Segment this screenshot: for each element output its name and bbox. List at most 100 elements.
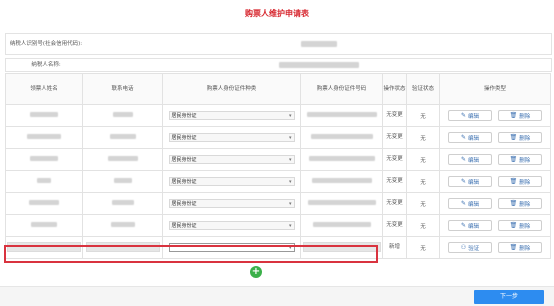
chevron-down-icon: ▾	[288, 222, 292, 229]
col-header-name: 领票人姓名	[5, 73, 83, 105]
table-row: 居民身份证 ▾ 无变更无 ✎ 编辑 🗑 删除	[5, 126, 551, 149]
edit-label: 编辑	[468, 223, 480, 230]
edit-button[interactable]: ✎ 编辑	[448, 132, 492, 143]
delete-button[interactable]: 🗑 删除	[498, 176, 542, 187]
edit-icon: ✎	[460, 134, 466, 141]
op-state-cell: 无变更	[382, 192, 407, 215]
new-buyer-name-cell	[5, 236, 83, 259]
id-type-value: 居民身份证	[171, 113, 197, 119]
op-state-cell: 无变更	[382, 214, 407, 237]
table-row: 居民身份证 ▾ 无变更无 ✎ 编辑 🗑 删除	[5, 192, 551, 215]
trash-icon: 🗑	[509, 112, 518, 119]
id-type-value: 居民身份证	[171, 135, 197, 141]
edit-button[interactable]: ✎ 编辑	[448, 220, 492, 231]
chevron-down-icon: ▾	[288, 200, 292, 207]
verify-state-cell: 无	[406, 104, 440, 127]
id-number-cell	[300, 214, 383, 237]
delete-label: 删除	[519, 179, 531, 186]
new-id-number-cell	[300, 236, 383, 259]
op-type-cell: ✎ 编辑 🗑 删除	[439, 148, 551, 171]
table-row: 居民身份证 ▾ 无变更无 ✎ 编辑 🗑 删除	[5, 170, 551, 193]
chevron-down-icon: ▾	[288, 134, 292, 141]
delete-button[interactable]: 🗑 删除	[498, 220, 542, 231]
bottom-bar: 下一步	[0, 286, 554, 306]
id-type-select[interactable]: 居民身份证 ▾	[168, 133, 295, 142]
chevron-down-icon: ▾	[288, 244, 292, 251]
id-type-value: 居民身份证	[171, 201, 197, 207]
edit-label: 编辑	[468, 157, 480, 164]
id-number-input[interactable]	[302, 241, 381, 252]
new-phone-cell	[82, 236, 163, 259]
id-type-cell: 居民身份证 ▾	[162, 170, 301, 193]
verify-button[interactable]: ⚇ 验证	[448, 242, 492, 253]
delete-button[interactable]: 🗑 删除	[498, 132, 542, 143]
buyer-name-cell	[5, 192, 83, 215]
next-button[interactable]: 下一步	[474, 290, 544, 304]
page-title: 购票人维护申请表	[245, 9, 309, 18]
edit-icon: ✎	[460, 112, 466, 119]
id-type-value: 居民身份证	[171, 157, 197, 163]
id-number-cell	[300, 104, 383, 127]
id-type-select[interactable]: 居民身份证 ▾	[168, 199, 295, 208]
buyer-name-cell	[5, 126, 83, 149]
id-type-select[interactable]: 居民身份证 ▾	[168, 221, 295, 230]
edit-button[interactable]: ✎ 编辑	[448, 154, 492, 165]
table-row: 居民身份证 ▾ 无变更无 ✎ 编辑 🗑 删除	[5, 214, 551, 237]
op-type-cell: ✎ 编辑 🗑 删除	[439, 126, 551, 149]
plus-circle-icon[interactable]: +	[250, 266, 262, 278]
col-header-id-number: 购票人身份证件号码	[300, 73, 383, 105]
id-type-cell: 居民身份证 ▾	[162, 192, 301, 215]
id-number-cell	[300, 148, 383, 171]
edit-button[interactable]: ✎ 编辑	[448, 110, 492, 121]
new-table-row: ▾ 新增无 ⚇ 验证 🗑 删除	[5, 236, 551, 259]
op-state-cell: 无变更	[382, 126, 407, 149]
edit-label: 编辑	[468, 201, 480, 208]
trash-icon: 🗑	[509, 200, 518, 207]
new-id-type-cell: ▾	[162, 236, 301, 259]
edit-label: 编辑	[468, 113, 480, 120]
id-type-select[interactable]: ▾	[168, 243, 295, 252]
delete-label: 删除	[519, 223, 531, 230]
phone-cell	[82, 170, 163, 193]
id-type-select[interactable]: 居民身份证 ▾	[168, 111, 295, 120]
buyer-name-cell	[5, 104, 83, 127]
id-type-select[interactable]: 居民身份证 ▾	[168, 155, 295, 164]
verify-state-cell: 无	[406, 126, 440, 149]
id-number-cell	[300, 126, 383, 149]
taxpayer-name-row: 纳税人名称:	[5, 58, 552, 72]
delete-label: 删除	[519, 201, 531, 208]
delete-button[interactable]: 🗑 删除	[498, 198, 542, 209]
table-row: 居民身份证 ▾ 无变更无 ✎ 编辑 🗑 删除	[5, 148, 551, 171]
op-state-cell: 新增	[382, 236, 407, 259]
trash-icon: 🗑	[509, 244, 518, 251]
op-type-cell: ⚇ 验证 🗑 删除	[439, 236, 551, 259]
phone-input[interactable]	[85, 241, 160, 252]
edit-icon: ✎	[460, 178, 466, 185]
id-type-value: 居民身份证	[171, 223, 197, 229]
edit-icon: ✎	[460, 156, 466, 163]
edit-button[interactable]: ✎ 编辑	[448, 198, 492, 209]
taxpayer-id-row: 纳税人识别号(社会信用代码):	[5, 33, 552, 55]
edit-button[interactable]: ✎ 编辑	[448, 176, 492, 187]
table-row: 居民身份证 ▾ 无变更无 ✎ 编辑 🗑 删除	[5, 104, 551, 127]
op-type-cell: ✎ 编辑 🗑 删除	[439, 192, 551, 215]
delete-button[interactable]: 🗑 删除	[498, 154, 542, 165]
buyer-name-cell	[5, 148, 83, 171]
edit-label: 编辑	[468, 135, 480, 142]
edit-icon: ✎	[460, 200, 466, 207]
verify-state-cell: 无	[406, 170, 440, 193]
phone-cell	[82, 214, 163, 237]
delete-button[interactable]: 🗑 删除	[498, 110, 542, 121]
phone-cell	[82, 126, 163, 149]
id-type-select[interactable]: 居民身份证 ▾	[168, 177, 295, 186]
buyer-name-input[interactable]	[7, 241, 81, 252]
edit-label: 编辑	[468, 179, 480, 186]
op-state-cell: 无变更	[382, 104, 407, 127]
buyer-table: 领票人姓名 联系电话 购票人身份证件种类 购票人身份证件号码 操作状态 验证状态…	[5, 73, 551, 259]
delete-button[interactable]: 🗑 删除	[498, 242, 542, 253]
verify-state-cell: 无	[406, 236, 440, 259]
delete-label: 删除	[519, 157, 531, 164]
op-state-cell: 无变更	[382, 170, 407, 193]
taxpayer-id-value	[86, 41, 551, 47]
col-header-verify-state: 验证状态	[406, 73, 440, 105]
